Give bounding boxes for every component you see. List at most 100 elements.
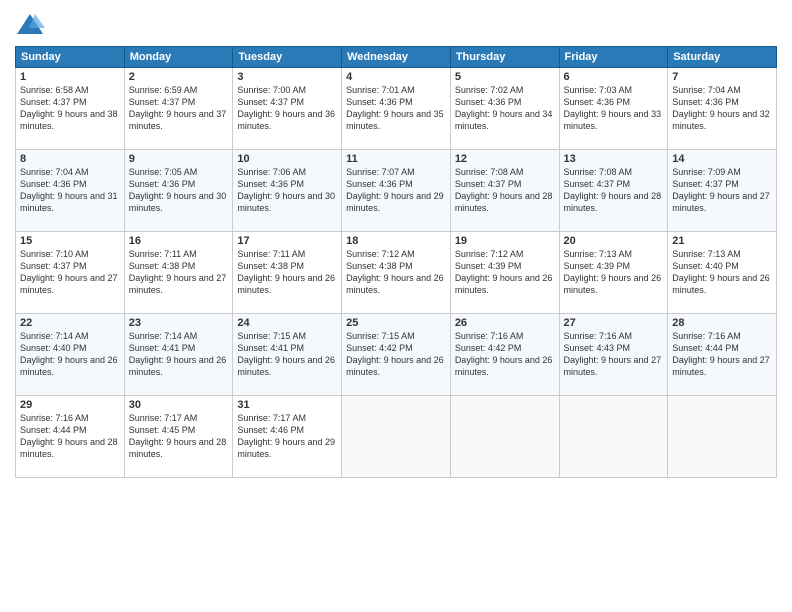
day-number: 8: [20, 153, 120, 165]
day-number: 25: [346, 317, 446, 329]
day-info: Sunrise: 7:13 AM Sunset: 4:39 PM Dayligh…: [564, 248, 664, 297]
day-number: 20: [564, 235, 664, 247]
day-cell: 25 Sunrise: 7:15 AM Sunset: 4:42 PM Dayl…: [342, 314, 451, 396]
day-info: Sunrise: 7:10 AM Sunset: 4:37 PM Dayligh…: [20, 248, 120, 297]
day-info: Sunrise: 7:03 AM Sunset: 4:36 PM Dayligh…: [564, 84, 664, 133]
day-number: 26: [455, 317, 555, 329]
day-number: 4: [346, 71, 446, 83]
day-info: Sunrise: 7:13 AM Sunset: 4:40 PM Dayligh…: [672, 248, 772, 297]
day-number: 30: [129, 399, 229, 411]
day-number: 27: [564, 317, 664, 329]
day-info: Sunrise: 7:05 AM Sunset: 4:36 PM Dayligh…: [129, 166, 229, 215]
day-cell: 2 Sunrise: 6:59 AM Sunset: 4:37 PM Dayli…: [124, 68, 233, 150]
day-info: Sunrise: 7:15 AM Sunset: 4:42 PM Dayligh…: [346, 330, 446, 379]
day-cell: 28 Sunrise: 7:16 AM Sunset: 4:44 PM Dayl…: [668, 314, 777, 396]
day-cell: 26 Sunrise: 7:16 AM Sunset: 4:42 PM Dayl…: [450, 314, 559, 396]
day-info: Sunrise: 7:16 AM Sunset: 4:42 PM Dayligh…: [455, 330, 555, 379]
day-info: Sunrise: 7:08 AM Sunset: 4:37 PM Dayligh…: [564, 166, 664, 215]
day-cell: 7 Sunrise: 7:04 AM Sunset: 4:36 PM Dayli…: [668, 68, 777, 150]
day-cell: 20 Sunrise: 7:13 AM Sunset: 4:39 PM Dayl…: [559, 232, 668, 314]
day-info: Sunrise: 7:16 AM Sunset: 4:44 PM Dayligh…: [20, 412, 120, 461]
day-number: 31: [237, 399, 337, 411]
day-info: Sunrise: 7:12 AM Sunset: 4:38 PM Dayligh…: [346, 248, 446, 297]
day-cell: 14 Sunrise: 7:09 AM Sunset: 4:37 PM Dayl…: [668, 150, 777, 232]
day-cell: 23 Sunrise: 7:14 AM Sunset: 4:41 PM Dayl…: [124, 314, 233, 396]
day-cell: 24 Sunrise: 7:15 AM Sunset: 4:41 PM Dayl…: [233, 314, 342, 396]
day-info: Sunrise: 7:04 AM Sunset: 4:36 PM Dayligh…: [20, 166, 120, 215]
day-number: 29: [20, 399, 120, 411]
day-info: Sunrise: 7:17 AM Sunset: 4:46 PM Dayligh…: [237, 412, 337, 461]
day-cell: 18 Sunrise: 7:12 AM Sunset: 4:38 PM Dayl…: [342, 232, 451, 314]
day-info: Sunrise: 7:00 AM Sunset: 4:37 PM Dayligh…: [237, 84, 337, 133]
day-info: Sunrise: 7:11 AM Sunset: 4:38 PM Dayligh…: [237, 248, 337, 297]
day-cell: 3 Sunrise: 7:00 AM Sunset: 4:37 PM Dayli…: [233, 68, 342, 150]
day-info: Sunrise: 7:11 AM Sunset: 4:38 PM Dayligh…: [129, 248, 229, 297]
day-cell: [668, 396, 777, 478]
day-cell: 12 Sunrise: 7:08 AM Sunset: 4:37 PM Dayl…: [450, 150, 559, 232]
day-cell: 9 Sunrise: 7:05 AM Sunset: 4:36 PM Dayli…: [124, 150, 233, 232]
day-number: 2: [129, 71, 229, 83]
day-number: 9: [129, 153, 229, 165]
calendar-header-row: SundayMondayTuesdayWednesdayThursdayFrid…: [16, 47, 777, 68]
day-cell: 19 Sunrise: 7:12 AM Sunset: 4:39 PM Dayl…: [450, 232, 559, 314]
day-cell: 13 Sunrise: 7:08 AM Sunset: 4:37 PM Dayl…: [559, 150, 668, 232]
day-number: 17: [237, 235, 337, 247]
day-number: 1: [20, 71, 120, 83]
week-row-1: 1 Sunrise: 6:58 AM Sunset: 4:37 PM Dayli…: [16, 68, 777, 150]
day-info: Sunrise: 7:16 AM Sunset: 4:44 PM Dayligh…: [672, 330, 772, 379]
logo-icon: [15, 10, 45, 40]
day-info: Sunrise: 7:09 AM Sunset: 4:37 PM Dayligh…: [672, 166, 772, 215]
day-info: Sunrise: 7:17 AM Sunset: 4:45 PM Dayligh…: [129, 412, 229, 461]
day-header-friday: Friday: [559, 47, 668, 68]
day-cell: 22 Sunrise: 7:14 AM Sunset: 4:40 PM Dayl…: [16, 314, 125, 396]
day-number: 11: [346, 153, 446, 165]
day-number: 10: [237, 153, 337, 165]
day-cell: 21 Sunrise: 7:13 AM Sunset: 4:40 PM Dayl…: [668, 232, 777, 314]
day-number: 16: [129, 235, 229, 247]
day-info: Sunrise: 7:02 AM Sunset: 4:36 PM Dayligh…: [455, 84, 555, 133]
day-header-monday: Monday: [124, 47, 233, 68]
week-row-4: 22 Sunrise: 7:14 AM Sunset: 4:40 PM Dayl…: [16, 314, 777, 396]
day-info: Sunrise: 7:08 AM Sunset: 4:37 PM Dayligh…: [455, 166, 555, 215]
day-info: Sunrise: 7:12 AM Sunset: 4:39 PM Dayligh…: [455, 248, 555, 297]
day-cell: [342, 396, 451, 478]
day-number: 28: [672, 317, 772, 329]
day-header-tuesday: Tuesday: [233, 47, 342, 68]
day-cell: 5 Sunrise: 7:02 AM Sunset: 4:36 PM Dayli…: [450, 68, 559, 150]
day-cell: 8 Sunrise: 7:04 AM Sunset: 4:36 PM Dayli…: [16, 150, 125, 232]
day-cell: [559, 396, 668, 478]
day-cell: 10 Sunrise: 7:06 AM Sunset: 4:36 PM Dayl…: [233, 150, 342, 232]
day-info: Sunrise: 6:58 AM Sunset: 4:37 PM Dayligh…: [20, 84, 120, 133]
page: SundayMondayTuesdayWednesdayThursdayFrid…: [0, 0, 792, 612]
day-header-saturday: Saturday: [668, 47, 777, 68]
day-cell: 1 Sunrise: 6:58 AM Sunset: 4:37 PM Dayli…: [16, 68, 125, 150]
day-number: 15: [20, 235, 120, 247]
day-info: Sunrise: 7:16 AM Sunset: 4:43 PM Dayligh…: [564, 330, 664, 379]
day-number: 6: [564, 71, 664, 83]
day-number: 5: [455, 71, 555, 83]
header: [15, 10, 777, 40]
day-header-wednesday: Wednesday: [342, 47, 451, 68]
calendar-table: SundayMondayTuesdayWednesdayThursdayFrid…: [15, 46, 777, 478]
day-cell: 27 Sunrise: 7:16 AM Sunset: 4:43 PM Dayl…: [559, 314, 668, 396]
day-number: 22: [20, 317, 120, 329]
day-cell: 30 Sunrise: 7:17 AM Sunset: 4:45 PM Dayl…: [124, 396, 233, 478]
day-info: Sunrise: 7:14 AM Sunset: 4:40 PM Dayligh…: [20, 330, 120, 379]
day-cell: 16 Sunrise: 7:11 AM Sunset: 4:38 PM Dayl…: [124, 232, 233, 314]
day-cell: 29 Sunrise: 7:16 AM Sunset: 4:44 PM Dayl…: [16, 396, 125, 478]
day-cell: 17 Sunrise: 7:11 AM Sunset: 4:38 PM Dayl…: [233, 232, 342, 314]
day-number: 19: [455, 235, 555, 247]
day-number: 23: [129, 317, 229, 329]
day-info: Sunrise: 6:59 AM Sunset: 4:37 PM Dayligh…: [129, 84, 229, 133]
day-cell: 4 Sunrise: 7:01 AM Sunset: 4:36 PM Dayli…: [342, 68, 451, 150]
day-cell: [450, 396, 559, 478]
day-number: 13: [564, 153, 664, 165]
day-header-thursday: Thursday: [450, 47, 559, 68]
day-cell: 15 Sunrise: 7:10 AM Sunset: 4:37 PM Dayl…: [16, 232, 125, 314]
day-info: Sunrise: 7:15 AM Sunset: 4:41 PM Dayligh…: [237, 330, 337, 379]
day-info: Sunrise: 7:14 AM Sunset: 4:41 PM Dayligh…: [129, 330, 229, 379]
day-cell: 6 Sunrise: 7:03 AM Sunset: 4:36 PM Dayli…: [559, 68, 668, 150]
day-number: 3: [237, 71, 337, 83]
logo: [15, 10, 49, 40]
day-cell: 31 Sunrise: 7:17 AM Sunset: 4:46 PM Dayl…: [233, 396, 342, 478]
